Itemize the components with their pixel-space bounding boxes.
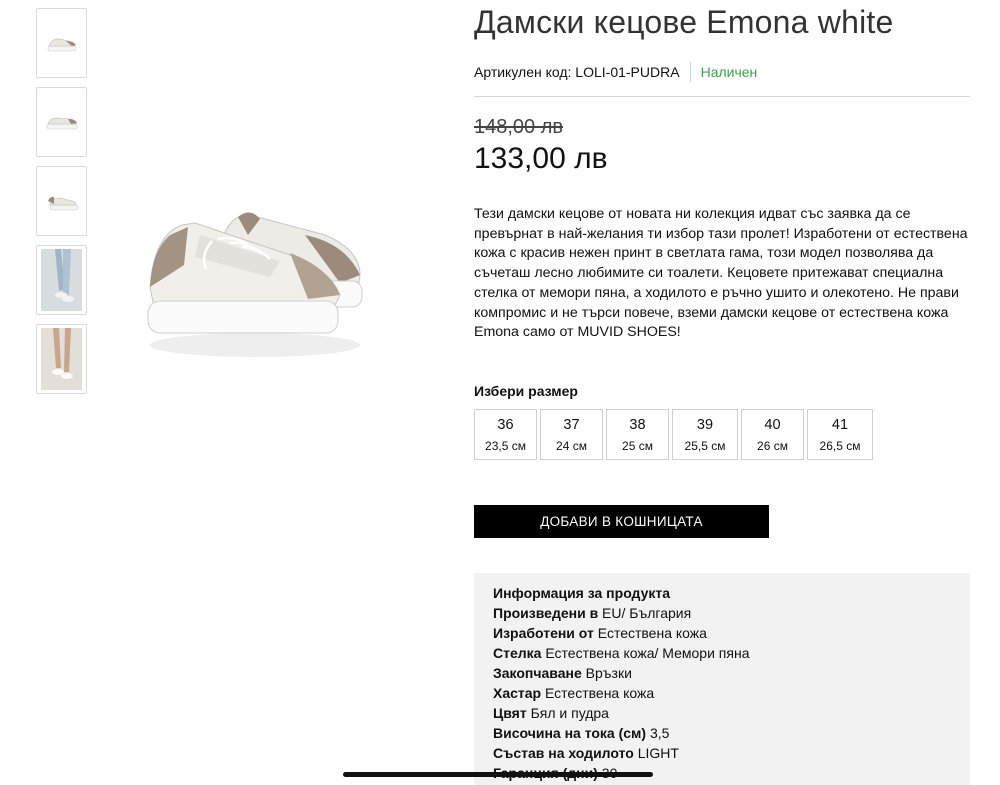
divider bbox=[689, 62, 691, 82]
size-cm: 23,5 см bbox=[485, 438, 526, 453]
size-cm: 25 см bbox=[622, 438, 653, 453]
info-value: Естествена кожа bbox=[541, 685, 655, 701]
info-value: Естествена кожа bbox=[593, 625, 707, 641]
stock-status: Наличен bbox=[700, 64, 758, 80]
info-value: LIGHT bbox=[633, 745, 679, 761]
info-row: Закопчаване Връзки bbox=[493, 663, 970, 683]
thumbnail-4[interactable] bbox=[36, 245, 87, 315]
info-row: Състав на ходилото LIGHT bbox=[493, 743, 970, 763]
thumbnail-strip bbox=[36, 8, 87, 403]
info-value: Естествена кожа/ Мемори пяна bbox=[541, 645, 750, 661]
info-value: EU/ България bbox=[598, 605, 692, 621]
sku-code: Артикулен код: LOLI-01-PUDRA bbox=[474, 64, 680, 80]
sku-row: Артикулен код: LOLI-01-PUDRA Наличен bbox=[474, 62, 757, 82]
size-cm: 26,5 см bbox=[819, 438, 861, 453]
info-key: Произведени в bbox=[493, 605, 599, 621]
current-price: 133,00 лв bbox=[474, 142, 608, 175]
add-to-cart-button[interactable]: ДОБАВИ В КОШНИЦАТА bbox=[474, 505, 769, 538]
product-description: Тези дамски кецове от новата ни колекция… bbox=[474, 206, 968, 341]
thumbnail-1[interactable] bbox=[36, 8, 87, 78]
size-selector: 36 23,5 см 37 24 см 38 25 см 39 25,5 см … bbox=[474, 409, 876, 460]
sneaker-pair-icon bbox=[47, 38, 76, 52]
size-option-37[interactable]: 37 24 см bbox=[540, 409, 603, 460]
info-row: Произведени в EU/ България bbox=[493, 603, 970, 623]
size-eu: 37 bbox=[563, 416, 580, 433]
size-eu: 41 bbox=[831, 416, 849, 433]
size-option-40[interactable]: 40 26 см bbox=[741, 409, 804, 460]
model-photo-icon bbox=[41, 249, 82, 311]
product-title: Дамски кецове Emona white bbox=[474, 4, 894, 40]
size-cm: 24 см bbox=[556, 438, 587, 453]
size-option-41[interactable]: 41 26,5 см bbox=[807, 409, 873, 460]
info-key: Закопчаване bbox=[493, 665, 582, 681]
product-info-panel: Информация за продукта Произведени в EU/… bbox=[474, 573, 970, 785]
info-key: Хастар bbox=[493, 685, 542, 701]
size-eu: 36 bbox=[497, 416, 514, 433]
thumbnail-3[interactable] bbox=[36, 166, 87, 236]
info-key: Изработени от bbox=[493, 625, 594, 641]
info-row: Хастар Естествена кожа bbox=[493, 683, 970, 703]
info-key: Цвят bbox=[493, 705, 527, 721]
size-cm: 26 см bbox=[757, 438, 788, 453]
product-image bbox=[147, 212, 363, 357]
size-option-38[interactable]: 38 25 см bbox=[606, 409, 669, 460]
info-value: 3,5 bbox=[646, 725, 670, 741]
size-eu: 38 bbox=[629, 416, 646, 433]
sneaker-pair-icon bbox=[47, 196, 78, 211]
thumbnail-5[interactable] bbox=[36, 324, 87, 394]
info-value: Бял и пудра bbox=[526, 705, 609, 721]
old-price: 148,00 лв bbox=[474, 116, 564, 138]
info-key: Стелка bbox=[493, 645, 542, 661]
size-option-39[interactable]: 39 25,5 см bbox=[672, 409, 738, 460]
info-row: Изработени от Естествена кожа bbox=[493, 623, 970, 643]
size-option-36[interactable]: 36 23,5 см bbox=[474, 409, 537, 460]
info-key: Състав на ходилото bbox=[493, 745, 634, 761]
info-value: Връзки bbox=[581, 665, 632, 681]
size-selector-label: Избери размер bbox=[474, 383, 578, 399]
sneaker-side-icon bbox=[46, 117, 77, 130]
size-eu: 40 bbox=[764, 416, 781, 433]
size-eu: 39 bbox=[696, 416, 714, 433]
info-key: Височина на тока (см) bbox=[493, 725, 647, 741]
info-row: Височина на тока (см) 3,5 bbox=[493, 723, 970, 743]
info-row: Стелка Естествена кожа/ Мемори пяна bbox=[493, 643, 970, 663]
size-cm: 25,5 см bbox=[684, 438, 726, 453]
info-row: Цвят Бял и пудра bbox=[493, 703, 970, 723]
product-info-heading: Информация за продукта bbox=[493, 585, 671, 601]
model-photo-icon bbox=[41, 328, 82, 390]
thumbnail-2[interactable] bbox=[36, 87, 87, 157]
home-indicator[interactable] bbox=[343, 772, 653, 777]
divider-line bbox=[474, 96, 970, 97]
